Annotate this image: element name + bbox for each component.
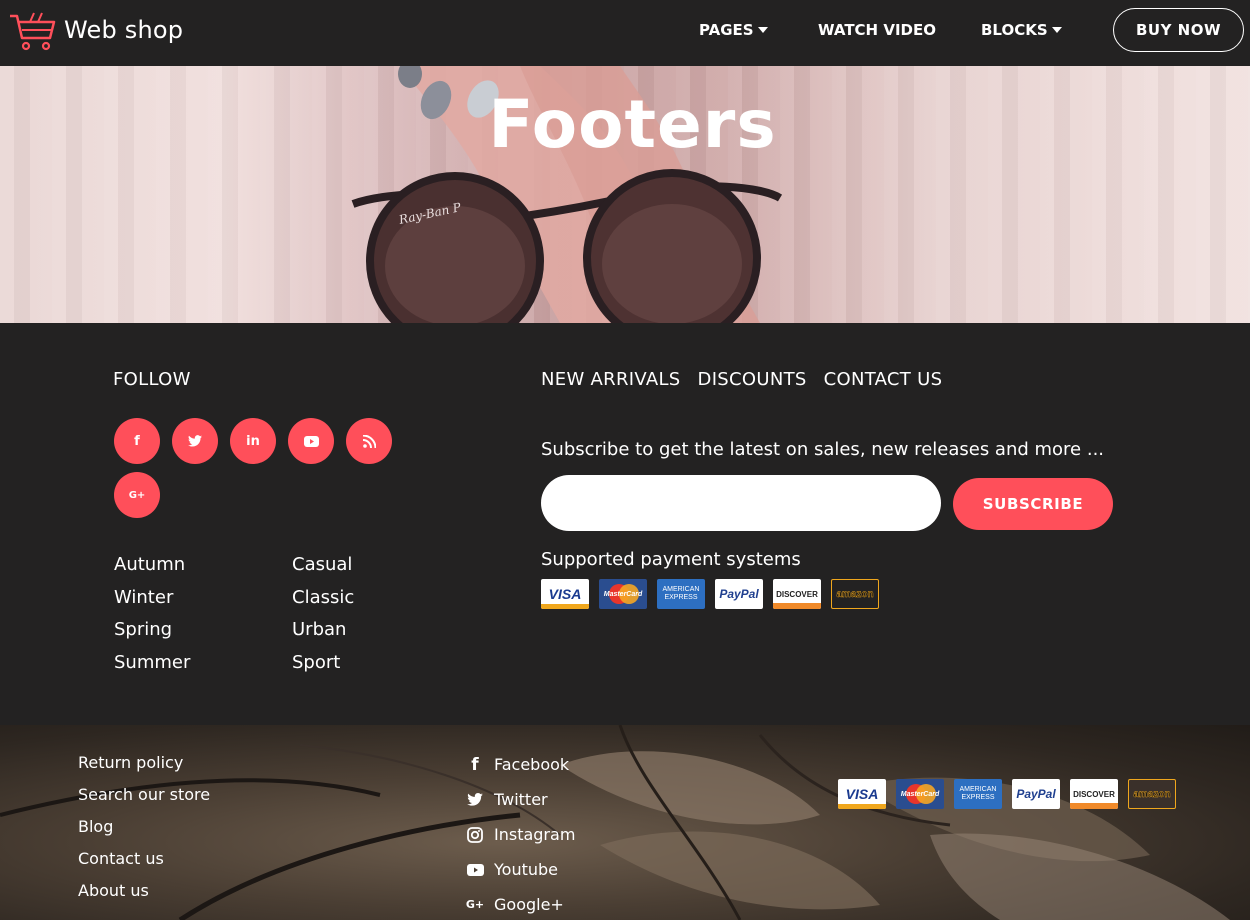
email-input[interactable] [541,475,941,531]
brand[interactable]: Web shop [8,8,183,52]
social-label: Facebook [494,755,570,774]
link-spring[interactable]: Spring [114,614,190,647]
google-plus-icon: G+ [465,898,485,911]
buy-now-button[interactable]: BUY NOW [1113,8,1244,52]
link-new-arrivals[interactable]: NEW ARRIVALS [541,369,681,390]
social-label: Instagram [494,825,576,844]
social-link-twitter[interactable]: Twitter [466,790,548,809]
amazon-icon: amazon [831,579,879,609]
footer-main: FOLLOW f in G+ Autumn Winter Spring Summ… [0,323,1250,725]
google-plus-icon: G+ [128,489,146,501]
discover-icon: DISCOVER [773,579,821,609]
nav-blocks-label: BLOCKS [981,21,1048,39]
visa-icon: VISA [838,779,886,809]
link-sport[interactable]: Sport [292,647,354,680]
navbar: Web shop PAGES WATCH VIDEO BLOCKS BUY NO… [0,0,1250,66]
footer-top-links: NEW ARRIVALS DISCOUNTS CONTACT US [541,369,942,390]
link-search-store[interactable]: Search our store [78,785,210,804]
nav-pages[interactable]: PAGES [699,19,768,41]
link-discounts[interactable]: DISCOUNTS [698,369,807,390]
nav-blocks[interactable]: BLOCKS [981,19,1062,41]
instagram-icon [466,826,484,844]
nav-watch-video-label: WATCH VIDEO [818,21,936,39]
youtube-button[interactable] [288,418,334,464]
social-link-google-plus[interactable]: G+ Google+ [466,895,564,914]
link-urban[interactable]: Urban [292,614,354,647]
youtube-icon [303,435,319,447]
twitter-icon [188,435,202,447]
footer-bottom: Return policy Search our store Blog Cont… [0,725,1250,920]
leaves-background [0,725,1230,920]
link-casual[interactable]: Casual [292,549,354,582]
nav-pages-label: PAGES [699,21,754,39]
rss-icon [362,434,376,448]
amazon-icon: amazon [1128,779,1176,809]
facebook-icon: f [471,754,479,775]
shopping-basket-icon [10,12,56,51]
subscribe-text: Subscribe to get the latest on sales, ne… [541,439,1105,460]
twitter-icon [466,791,484,809]
category-list-styles: Casual Classic Urban Sport [292,549,354,679]
youtube-icon [466,861,484,879]
twitter-button[interactable] [172,418,218,464]
rss-button[interactable] [346,418,392,464]
link-blog[interactable]: Blog [78,817,113,836]
paypal-icon: PayPal [1012,779,1060,809]
facebook-button[interactable]: f [114,418,160,464]
payment-icons: VISA MasterCard AMERICAN EXPRESS PayPal … [541,579,879,609]
subscribe-button[interactable]: SUBSCRIBE [953,478,1113,530]
mastercard-icon: MasterCard [599,579,647,609]
amex-icon: AMERICAN EXPRESS [954,779,1002,809]
link-summer[interactable]: Summer [114,647,190,680]
link-winter[interactable]: Winter [114,582,190,615]
brand-name: Web shop [64,16,184,44]
amex-icon: AMERICAN EXPRESS [657,579,705,609]
facebook-icon: f [134,433,140,449]
page-title: Footers [488,86,777,163]
social-label: Google+ [494,895,564,914]
caret-down-icon [757,27,768,33]
link-autumn[interactable]: Autumn [114,549,190,582]
discover-icon: DISCOVER [1070,779,1118,809]
caret-down-icon [1051,27,1062,33]
visa-icon: VISA [541,579,589,609]
social-label: Youtube [494,860,558,879]
social-link-facebook[interactable]: f Facebook [466,754,570,775]
nav-watch-video[interactable]: WATCH VIDEO [818,19,936,41]
social-link-instagram[interactable]: Instagram [466,825,575,844]
paypal-icon: PayPal [715,579,763,609]
link-contact-us[interactable]: CONTACT US [824,369,943,390]
social-link-youtube[interactable]: Youtube [466,860,558,879]
linkedin-button[interactable]: in [230,418,276,464]
payment-heading: Supported payment systems [541,549,801,570]
linkedin-icon: in [246,433,260,449]
category-list-seasons: Autumn Winter Spring Summer [114,549,190,679]
link-contact[interactable]: Contact us [78,849,164,868]
link-about-us[interactable]: About us [78,881,149,900]
mastercard-icon: MasterCard [896,779,944,809]
link-return-policy[interactable]: Return policy [78,753,183,772]
google-plus-button[interactable]: G+ [114,472,160,518]
link-classic[interactable]: Classic [292,582,354,615]
payment-icons-bottom: VISA MasterCard AMERICAN EXPRESS PayPal … [838,779,1176,809]
hero-banner: Ray-Ban P Footers [0,66,1250,323]
social-label: Twitter [494,790,548,809]
follow-heading: FOLLOW [113,369,191,390]
